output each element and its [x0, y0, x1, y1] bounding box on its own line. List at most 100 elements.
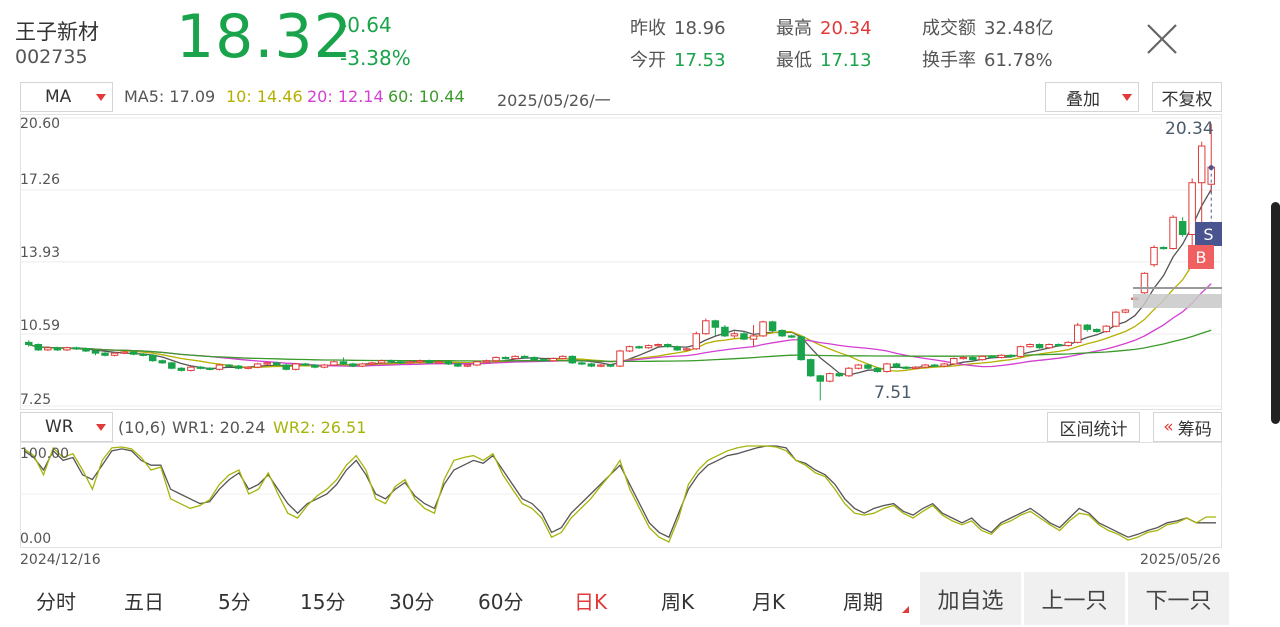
candle-body	[91, 350, 100, 354]
candle-body	[730, 333, 739, 337]
candle-body	[244, 366, 252, 369]
main-indicator-label: MA	[45, 87, 72, 107]
add-watchlist-button[interactable]: 加自选	[920, 572, 1021, 625]
candle-body	[740, 333, 748, 340]
stock-code: 002735	[15, 46, 88, 68]
y-axis-label: 10.59	[20, 318, 61, 334]
range-stats-button[interactable]: 区间统计	[1047, 412, 1140, 442]
current-price: 18.32	[176, 2, 353, 72]
quote-label: 今开	[630, 50, 666, 71]
candle-body	[253, 363, 262, 368]
stock-name: 王子新材	[15, 20, 99, 44]
candle-body	[988, 355, 996, 359]
candle-body	[129, 351, 138, 355]
candle-body	[778, 329, 786, 337]
sell-marker[interactable]: S	[1195, 222, 1222, 246]
candle-body	[501, 356, 510, 360]
candle-body	[1178, 221, 1187, 235]
high-annotation: 20.34	[1165, 119, 1214, 139]
candle-body	[683, 348, 691, 351]
quote-label: 最高	[776, 18, 812, 39]
candle-body	[511, 355, 519, 360]
tab-five-day[interactable]: 五日	[124, 586, 164, 615]
candle-body	[234, 365, 243, 369]
chips-button[interactable]: «筹码	[1153, 412, 1222, 442]
candle-body	[969, 356, 977, 361]
legend-wr2: WR2: 26.51	[273, 418, 367, 437]
y-axis-label: 7.25	[20, 392, 52, 408]
overlay-select[interactable]: 叠加	[1045, 82, 1139, 112]
candle-body	[873, 367, 882, 372]
candle-body	[902, 366, 910, 369]
candle-body	[692, 333, 701, 350]
main-indicator-select[interactable]: MA	[20, 82, 113, 112]
candle-body	[606, 364, 615, 367]
legend-ma5: MA5: 17.09	[124, 87, 216, 106]
dropdown-arrow-icon	[96, 94, 106, 101]
candle-body	[272, 362, 281, 366]
candle-body	[454, 363, 462, 367]
candle-body	[539, 359, 548, 362]
candle-body	[320, 364, 329, 368]
candle-body	[635, 346, 643, 349]
adjust-button[interactable]: 不复权	[1152, 82, 1222, 112]
quote-turnover-rate: 换手率 61.78%	[922, 46, 1053, 72]
scrollbar[interactable]	[1271, 202, 1280, 424]
candle-body	[845, 367, 853, 377]
wr-y-label: 0.00	[20, 531, 52, 547]
close-icon[interactable]	[1145, 22, 1179, 56]
candle-body	[616, 350, 624, 367]
candle-body	[644, 345, 653, 349]
tab-5min[interactable]: 5分	[218, 586, 251, 615]
tab-15min[interactable]: 15分	[300, 586, 345, 615]
quote-label: 换手率	[922, 50, 976, 71]
tab-daily-k[interactable]: 日K	[574, 586, 607, 615]
candle-body	[883, 363, 891, 372]
prev-stock-button[interactable]: 上一只	[1024, 572, 1125, 625]
candle-body	[368, 362, 376, 365]
quote-value: 18.96	[674, 18, 726, 39]
quote-low: 最低 17.13	[776, 46, 872, 72]
candle-body	[187, 366, 195, 371]
quote-turnover-amount: 成交额 32.48亿	[922, 14, 1054, 40]
candle-body	[1064, 341, 1072, 347]
dropdown-arrow-icon	[1122, 94, 1132, 101]
candle-body	[168, 362, 176, 369]
candle-body	[1112, 311, 1120, 327]
candle-body	[72, 347, 81, 350]
candle-body	[806, 359, 815, 377]
low-annotation: 7.51	[874, 383, 912, 403]
sub-indicator-select[interactable]: WR	[20, 412, 113, 442]
candle-body	[206, 367, 214, 370]
tab-30min[interactable]: 30分	[389, 586, 434, 615]
candle-body	[711, 320, 720, 328]
candle-body	[654, 344, 662, 347]
candle-body	[854, 364, 863, 369]
quote-high: 最高 20.34	[776, 14, 872, 40]
quote-open: 今开 17.53	[630, 46, 726, 72]
candle-body	[1140, 272, 1149, 294]
candle-body	[387, 360, 395, 363]
tab-60min[interactable]: 60分	[478, 586, 523, 615]
candle-body	[1169, 216, 1177, 250]
candle-body	[101, 352, 109, 356]
candle-body	[311, 364, 319, 368]
candle-body	[930, 364, 939, 367]
wr-chart[interactable]	[20, 442, 1222, 548]
quote-label: 成交额	[922, 18, 976, 39]
quote-label: 最低	[776, 50, 812, 71]
tab-monthly-k[interactable]: 月K	[752, 586, 785, 615]
tab-weekly-k[interactable]: 周K	[661, 586, 694, 615]
wr-frame	[20, 442, 1222, 548]
quote-value: 20.34	[820, 18, 872, 39]
ma5-line	[28, 189, 1212, 376]
quote-value: 32.48亿	[984, 18, 1054, 39]
tab-fenshi[interactable]: 分时	[36, 586, 76, 615]
next-stock-button[interactable]: 下一只	[1128, 572, 1229, 625]
tab-period[interactable]: 周期	[843, 586, 883, 615]
candle-body	[520, 355, 529, 359]
candlestick-chart[interactable]	[20, 114, 1222, 410]
price-change: -0.64	[340, 13, 392, 37]
buy-marker[interactable]: B	[1188, 245, 1214, 269]
y-axis-label: 17.26	[20, 172, 61, 188]
